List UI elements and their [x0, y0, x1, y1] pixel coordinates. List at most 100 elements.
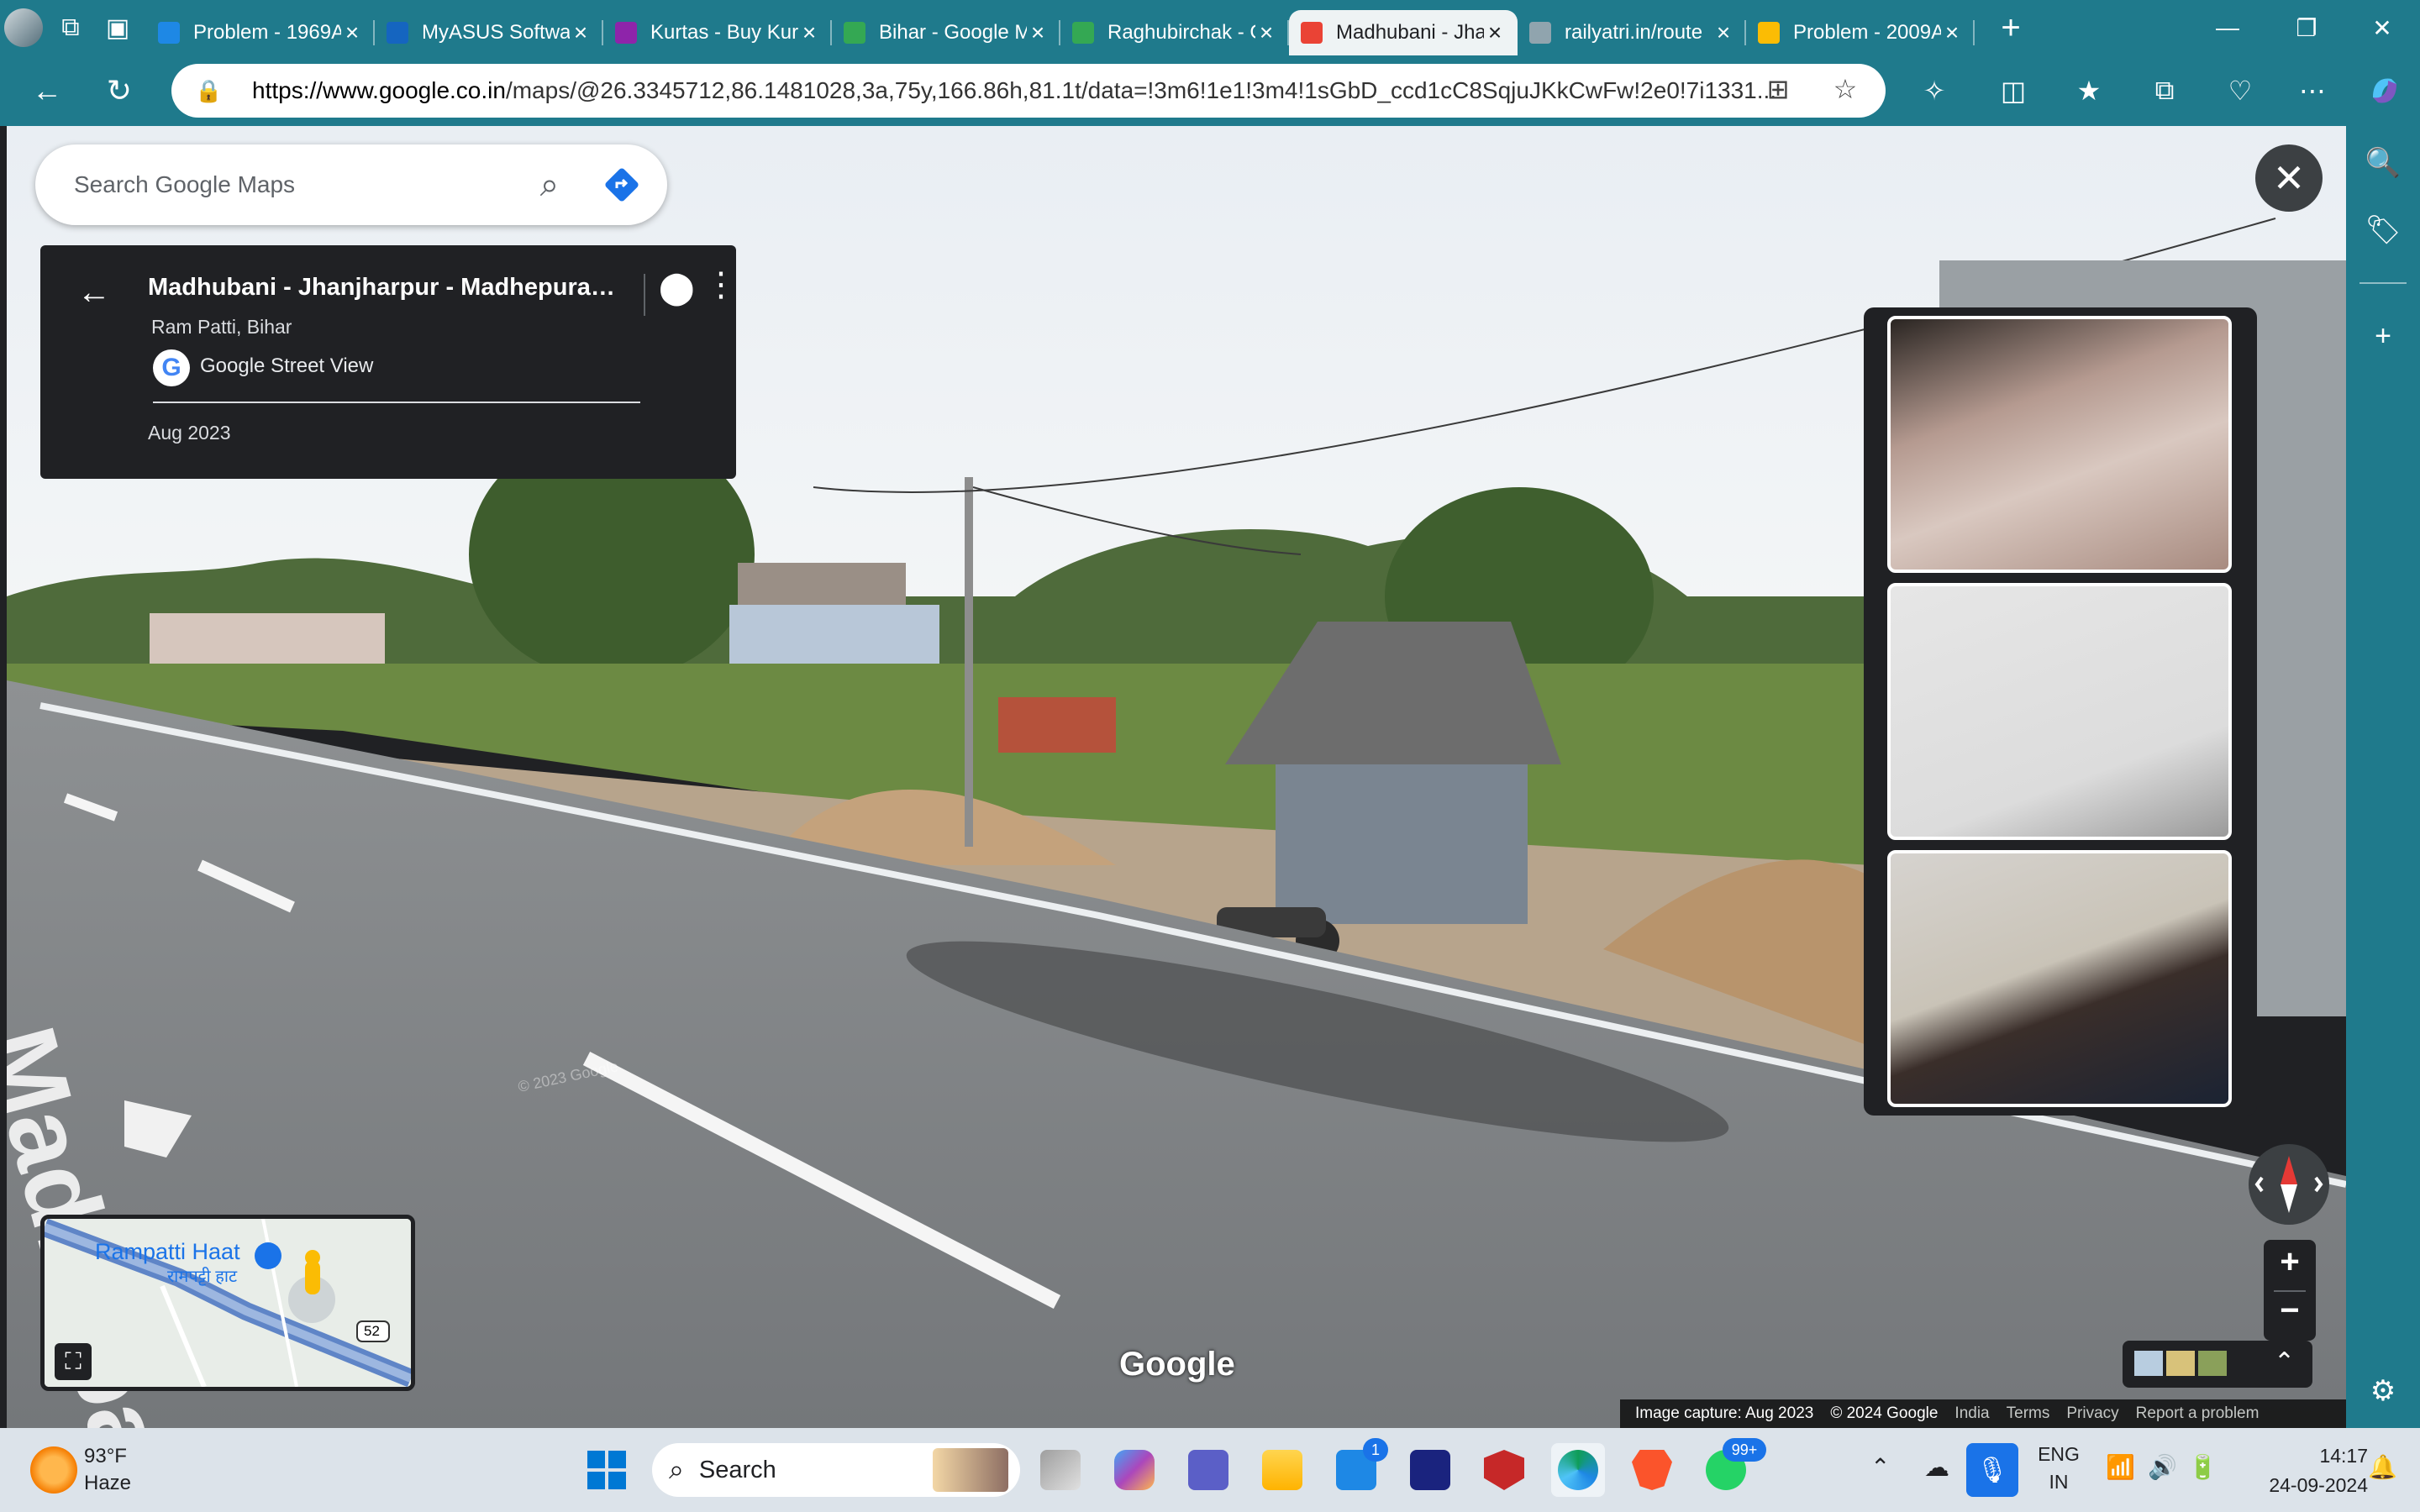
- zoom-in-button[interactable]: +: [2264, 1243, 2316, 1281]
- tab-8[interactable]: Problem - 2009A - Codeforces×: [1746, 10, 1975, 55]
- task-view-button[interactable]: [1034, 1443, 1087, 1497]
- language-indicator[interactable]: ENG IN: [2037, 1443, 2081, 1494]
- clock-time: 14:17: [2319, 1445, 2368, 1467]
- search-input[interactable]: Search Google Maps: [74, 171, 524, 198]
- tab-close-icon[interactable]: ×: [1712, 19, 1734, 46]
- copilot-taskbar-button[interactable]: [1107, 1443, 1161, 1497]
- microsoft-store-button[interactable]: 1: [1329, 1438, 1388, 1497]
- place-subtitle: Ram Patti, Bihar: [151, 316, 292, 338]
- expand-up-icon[interactable]: ⌃: [2274, 1347, 2295, 1377]
- collections-icon[interactable]: ⧉: [2139, 66, 2190, 116]
- back-button[interactable]: ←: [22, 66, 72, 116]
- myasus-button[interactable]: [1403, 1443, 1457, 1497]
- folder-icon: [1262, 1450, 1302, 1490]
- restore-button[interactable]: ❐: [2267, 0, 2346, 55]
- search-icon[interactable]: 🔍: [2358, 138, 2408, 188]
- tab-3[interactable]: Kurtas - Buy Kurtas Online×: [603, 10, 832, 55]
- hidden-icons-chevron-icon[interactable]: ⌃: [1870, 1453, 1890, 1481]
- edge-button[interactable]: [1551, 1443, 1605, 1497]
- tab-close-icon[interactable]: ×: [1027, 19, 1049, 46]
- tab-close-icon[interactable]: ×: [1255, 19, 1277, 46]
- file-explorer-button[interactable]: [1255, 1443, 1309, 1497]
- battery-icon[interactable]: 🔋: [2188, 1453, 2217, 1481]
- favorite-star-icon[interactable]: ☆: [1820, 64, 1870, 114]
- participant-video-3[interactable]: [1887, 850, 2232, 1107]
- app-available-icon[interactable]: ⊞: [1753, 64, 1803, 114]
- start-button[interactable]: [580, 1443, 634, 1497]
- privacy-link[interactable]: Privacy: [2066, 1404, 2118, 1423]
- add-sidebar-app-icon[interactable]: +: [2358, 311, 2408, 361]
- close-street-view-button[interactable]: ✕: [2255, 144, 2323, 212]
- taskbar-search[interactable]: ⌕ Search: [652, 1443, 1020, 1497]
- teams-button[interactable]: [1181, 1443, 1235, 1497]
- tab-4[interactable]: Bihar - Google Maps×: [832, 10, 1060, 55]
- weather-temp[interactable]: 93°F: [84, 1445, 127, 1468]
- participant-video-2[interactable]: [1887, 583, 2232, 840]
- mcafee-button[interactable]: [1477, 1443, 1531, 1497]
- capture-date[interactable]: Aug 2023: [148, 422, 230, 444]
- minimize-button[interactable]: —: [2188, 0, 2267, 55]
- weather-desc[interactable]: Haze: [84, 1472, 131, 1495]
- tab-2[interactable]: MyASUS Software×: [375, 10, 603, 55]
- tab-7[interactable]: railyatri.in/route ×: [1518, 10, 1746, 55]
- tab-6[interactable]: Madhubani - Jhanjharpur - Google Maps×: [1289, 10, 1518, 55]
- tab-title: Raghubirchak - Google Maps: [1107, 21, 1255, 44]
- tab-title: Bihar - Google Maps: [879, 21, 1027, 44]
- search-icon[interactable]: ⌕: [524, 166, 575, 204]
- reload-button[interactable]: ↻: [94, 66, 145, 116]
- new-tab-button[interactable]: +: [1983, 0, 2039, 55]
- tab-actions-icon[interactable]: ▣: [94, 0, 141, 55]
- participant-video-1[interactable]: [1887, 316, 2232, 573]
- report-problem-link[interactable]: Report a problem: [2136, 1404, 2260, 1423]
- volume-icon[interactable]: 🔊: [2148, 1453, 2177, 1481]
- microphone-in-use-icon[interactable]: 🎙: [1966, 1443, 2018, 1497]
- profile-avatar[interactable]: [0, 0, 47, 55]
- workspaces-icon[interactable]: ⧉: [47, 0, 94, 55]
- photo-strip[interactable]: ⌃: [2123, 1341, 2312, 1388]
- terms-link[interactable]: Terms: [2007, 1404, 2050, 1423]
- extensions-icon[interactable]: ✧: [1909, 66, 1960, 116]
- tab-strip: ⧉ ▣ Problem - 1969A - Codeforces×MyASUS …: [0, 0, 2420, 55]
- browser-essentials-icon[interactable]: ♡: [2215, 66, 2265, 116]
- window-close-button[interactable]: ✕: [2343, 0, 2420, 55]
- tab-title: Madhubani - Jhanjharpur - Google Maps: [1336, 21, 1484, 44]
- more-options-icon[interactable]: ⋮: [704, 265, 738, 304]
- back-arrow-icon[interactable]: ←: [77, 274, 111, 312]
- notification-bell-icon[interactable]: 🔔: [2368, 1453, 2397, 1481]
- brave-button[interactable]: [1625, 1443, 1679, 1497]
- tab-close-icon[interactable]: ×: [1941, 19, 1963, 46]
- tab-close-icon[interactable]: ×: [1484, 19, 1506, 46]
- copilot-icon[interactable]: [2360, 66, 2410, 116]
- street-view-viewport[interactable]: Madhubani © 2023 Google Search Google Ma…: [7, 126, 2346, 1428]
- tab-close-icon[interactable]: ×: [570, 19, 592, 46]
- maps-search-box[interactable]: Search Google Maps ⌕: [35, 144, 667, 225]
- compass-icon[interactable]: [2249, 1144, 2329, 1225]
- zoom-out-button[interactable]: −: [2264, 1292, 2316, 1330]
- favorites-icon[interactable]: ★: [2064, 66, 2114, 116]
- mini-map[interactable]: Rampatti Haat रामपट्टी हाट 52 ⛶: [40, 1215, 415, 1391]
- photo-thumbnail[interactable]: [2166, 1351, 2195, 1376]
- url-text: https://www.google.co.in/maps/@26.334571…: [252, 77, 1849, 104]
- settings-more-icon[interactable]: ⋯: [2287, 66, 2338, 116]
- sidebar-settings-gear-icon[interactable]: ⚙: [2358, 1366, 2408, 1416]
- photo-thumbnail[interactable]: [2134, 1351, 2163, 1376]
- expand-map-icon[interactable]: ⛶: [55, 1343, 92, 1380]
- onedrive-cloud-icon[interactable]: ☁: [1924, 1453, 1949, 1483]
- directions-icon[interactable]: [600, 163, 644, 207]
- shopping-tag-icon[interactable]: 🏷: [2358, 205, 2408, 255]
- tab-close-icon[interactable]: ×: [798, 19, 820, 46]
- wifi-icon[interactable]: 📶: [2106, 1453, 2135, 1481]
- split-screen-icon[interactable]: ◫: [1988, 66, 2039, 116]
- photo-thumbnail[interactable]: [2198, 1351, 2227, 1376]
- address-bar[interactable]: 🔒 https://www.google.co.in/maps/@26.3345…: [171, 64, 1886, 118]
- tab-favicon-icon: [158, 22, 180, 44]
- location-pin-icon[interactable]: ⬤: [659, 269, 695, 307]
- timeline-bar[interactable]: [153, 402, 640, 403]
- tab-1[interactable]: Problem - 1969A - Codeforces×: [146, 10, 375, 55]
- tab-5[interactable]: Raghubirchak - Google Maps×: [1060, 10, 1289, 55]
- clock[interactable]: 14:17 24-09-2024: [2269, 1445, 2368, 1497]
- country-link[interactable]: India: [1954, 1404, 1989, 1423]
- tab-close-icon[interactable]: ×: [341, 19, 363, 46]
- whatsapp-button[interactable]: 99+: [1699, 1438, 1766, 1497]
- weather-icon[interactable]: [30, 1446, 77, 1494]
